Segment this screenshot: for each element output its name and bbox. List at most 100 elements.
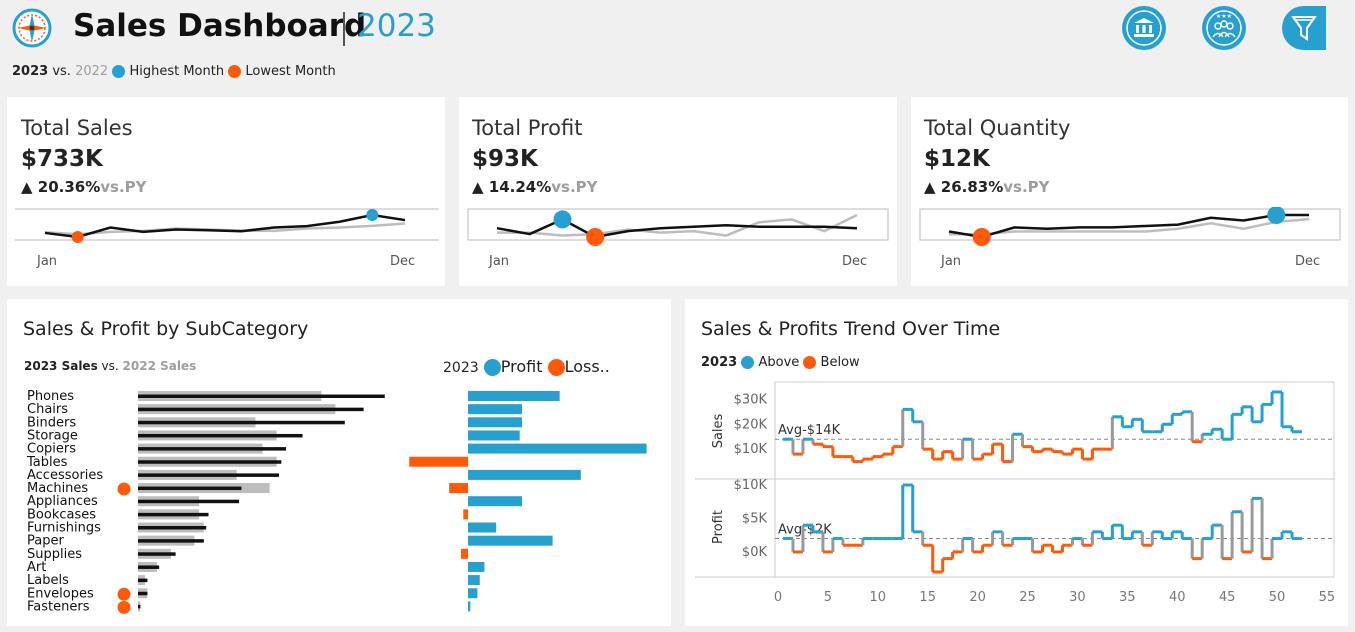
page-year: 2023: [357, 8, 436, 44]
kpi-change: ▲ 20.36%vs.PY: [21, 178, 147, 196]
x-tick-label: 35: [1119, 590, 1136, 605]
spark-line-prior: [44, 222, 406, 236]
kpi-change: ▲ 26.83%vs.PY: [924, 178, 1050, 196]
x-tick-label: 0: [774, 590, 782, 605]
profit-bar: [468, 535, 553, 546]
legend-year: 2023: [443, 360, 479, 376]
bar-2023-sales: [138, 447, 287, 451]
profit-bar: [468, 561, 485, 572]
bank-icon[interactable]: [1122, 6, 1166, 50]
bar-2023-sales: [138, 460, 282, 464]
profit-bar: [468, 601, 471, 612]
kpi-vs: vs.PY: [100, 178, 147, 196]
kpi-value: $12K: [924, 146, 990, 172]
profit-bar: [468, 443, 647, 454]
spark-frame: [467, 208, 889, 241]
sales-legend: 2023 Sales vs. 2022 Sales: [24, 359, 196, 373]
trend-legend: 2023 Above Below: [701, 355, 860, 370]
legend-vs: vs.: [52, 64, 71, 79]
kpi-card-quantity: Total Quantity $12K ▲ 26.83%vs.PY Jan De…: [911, 97, 1348, 286]
profit-bar: [463, 509, 468, 520]
kpi-change: ▲ 14.24%vs.PY: [472, 178, 598, 196]
legend-2023-sales: 2023 Sales: [24, 359, 98, 373]
legend-lowest: Lowest Month: [245, 64, 336, 79]
bar-2023-sales: [138, 473, 279, 477]
bar-2023-sales: [138, 499, 240, 504]
axis-start: Jan: [941, 254, 962, 269]
bar-2023-sales: [138, 394, 385, 398]
highest-month-dot: [553, 210, 572, 229]
filter-icon[interactable]: [1282, 6, 1326, 50]
profit-bar: [468, 496, 523, 507]
average-label: Avg-$14K: [778, 423, 841, 438]
y-tick-label: $0K: [742, 545, 768, 560]
kpi-value: $733K: [21, 146, 103, 172]
above-dot-icon: [741, 356, 755, 369]
kpi-label: Total Profit: [472, 116, 583, 140]
sparkline-profit: [467, 208, 889, 246]
kpi-value: $93K: [472, 146, 538, 172]
profit-bar: [468, 575, 480, 586]
axis-start: Jan: [37, 254, 58, 269]
highest-month-dot: [366, 209, 379, 221]
profit-bar: [468, 404, 523, 415]
axis-end: Dec: [1295, 254, 1321, 269]
profit-legend: 2023 Profit Loss..: [443, 357, 610, 376]
sparkline-quantity: [919, 207, 1341, 246]
bar-2023-sales: [138, 407, 364, 412]
legend-year: 2023: [701, 355, 738, 370]
profit-bar: [468, 522, 497, 533]
trend-chart: $30K $20K $10K Sales Avg-$14K $10K $5K $0K Profi…: [695, 381, 1336, 605]
axis-end: Dec: [390, 254, 416, 269]
axis-end: Dec: [842, 254, 868, 269]
kpi-label: Total Quantity: [924, 116, 1071, 140]
x-tick-label: 5: [824, 590, 832, 605]
x-tick-label: 55: [1319, 590, 1336, 605]
bar-2023-sales: [138, 591, 148, 596]
legend-2022-sales: 2022 Sales: [122, 359, 197, 373]
header-legend: 2023 vs. 2022 Highest Month Lowest Month: [12, 64, 336, 79]
x-tick-label: 15: [919, 590, 936, 605]
loss-dot-icon: [547, 359, 565, 376]
bar-2023-sales: [138, 420, 345, 425]
bar-2023-sales: [138, 552, 176, 556]
y-axis-title: Sales: [711, 413, 726, 448]
trend-title: Sales & Profits Trend Over Time: [701, 318, 1001, 340]
legend-current-year: 2023: [12, 64, 49, 79]
kpi-card-sales: Total Sales $733K ▲ 20.36%vs.PY Jan Dec: [7, 97, 445, 286]
profit-bar: [449, 483, 468, 494]
kpi-change-value: ▲ 26.83%: [924, 178, 1004, 196]
subcategory-title: Sales & Profit by SubCategory: [23, 318, 309, 340]
profit-bar: [468, 417, 523, 428]
low-flag-dot: [117, 587, 131, 601]
x-tick-label: 30: [1069, 590, 1086, 605]
low-flag-dot: [117, 600, 131, 614]
bar-2023-sales: [138, 539, 204, 543]
legend-loss: Loss..: [564, 357, 610, 376]
y-tick-label: $10K: [734, 442, 768, 457]
profit-bar: [468, 588, 478, 599]
sparkline-sales: [15, 208, 439, 243]
category-label: Fasteners: [27, 599, 90, 614]
axis-start: Jan: [489, 254, 510, 269]
lowest-month-dot: [972, 228, 991, 246]
profit-bar: [460, 548, 468, 559]
low-flag-dot: [117, 482, 131, 496]
team-icon[interactable]: ★★★: [1202, 6, 1246, 50]
profit-dot-icon: [483, 359, 501, 376]
bar-2023-sales: [138, 604, 141, 609]
logo-compass-icon: [12, 8, 52, 48]
profit-bar: [468, 391, 560, 401]
y-tick-label: $30K: [734, 392, 768, 407]
lowest-month-dot: [586, 228, 605, 246]
kpi-label: Total Sales: [21, 116, 133, 140]
lowest-month-dot: [71, 231, 84, 243]
bar-2023-sales: [138, 578, 148, 583]
lowest-dot-icon: [228, 65, 242, 78]
kpi-change-value: ▲ 14.24%: [472, 178, 552, 196]
bar-2023-sales: [138, 433, 303, 438]
legend-prior-year: 2022: [75, 64, 109, 79]
bar-2023-sales: [138, 512, 209, 517]
svg-text:★★★: ★★★: [1216, 13, 1232, 20]
kpi-vs: vs.PY: [1003, 178, 1050, 196]
